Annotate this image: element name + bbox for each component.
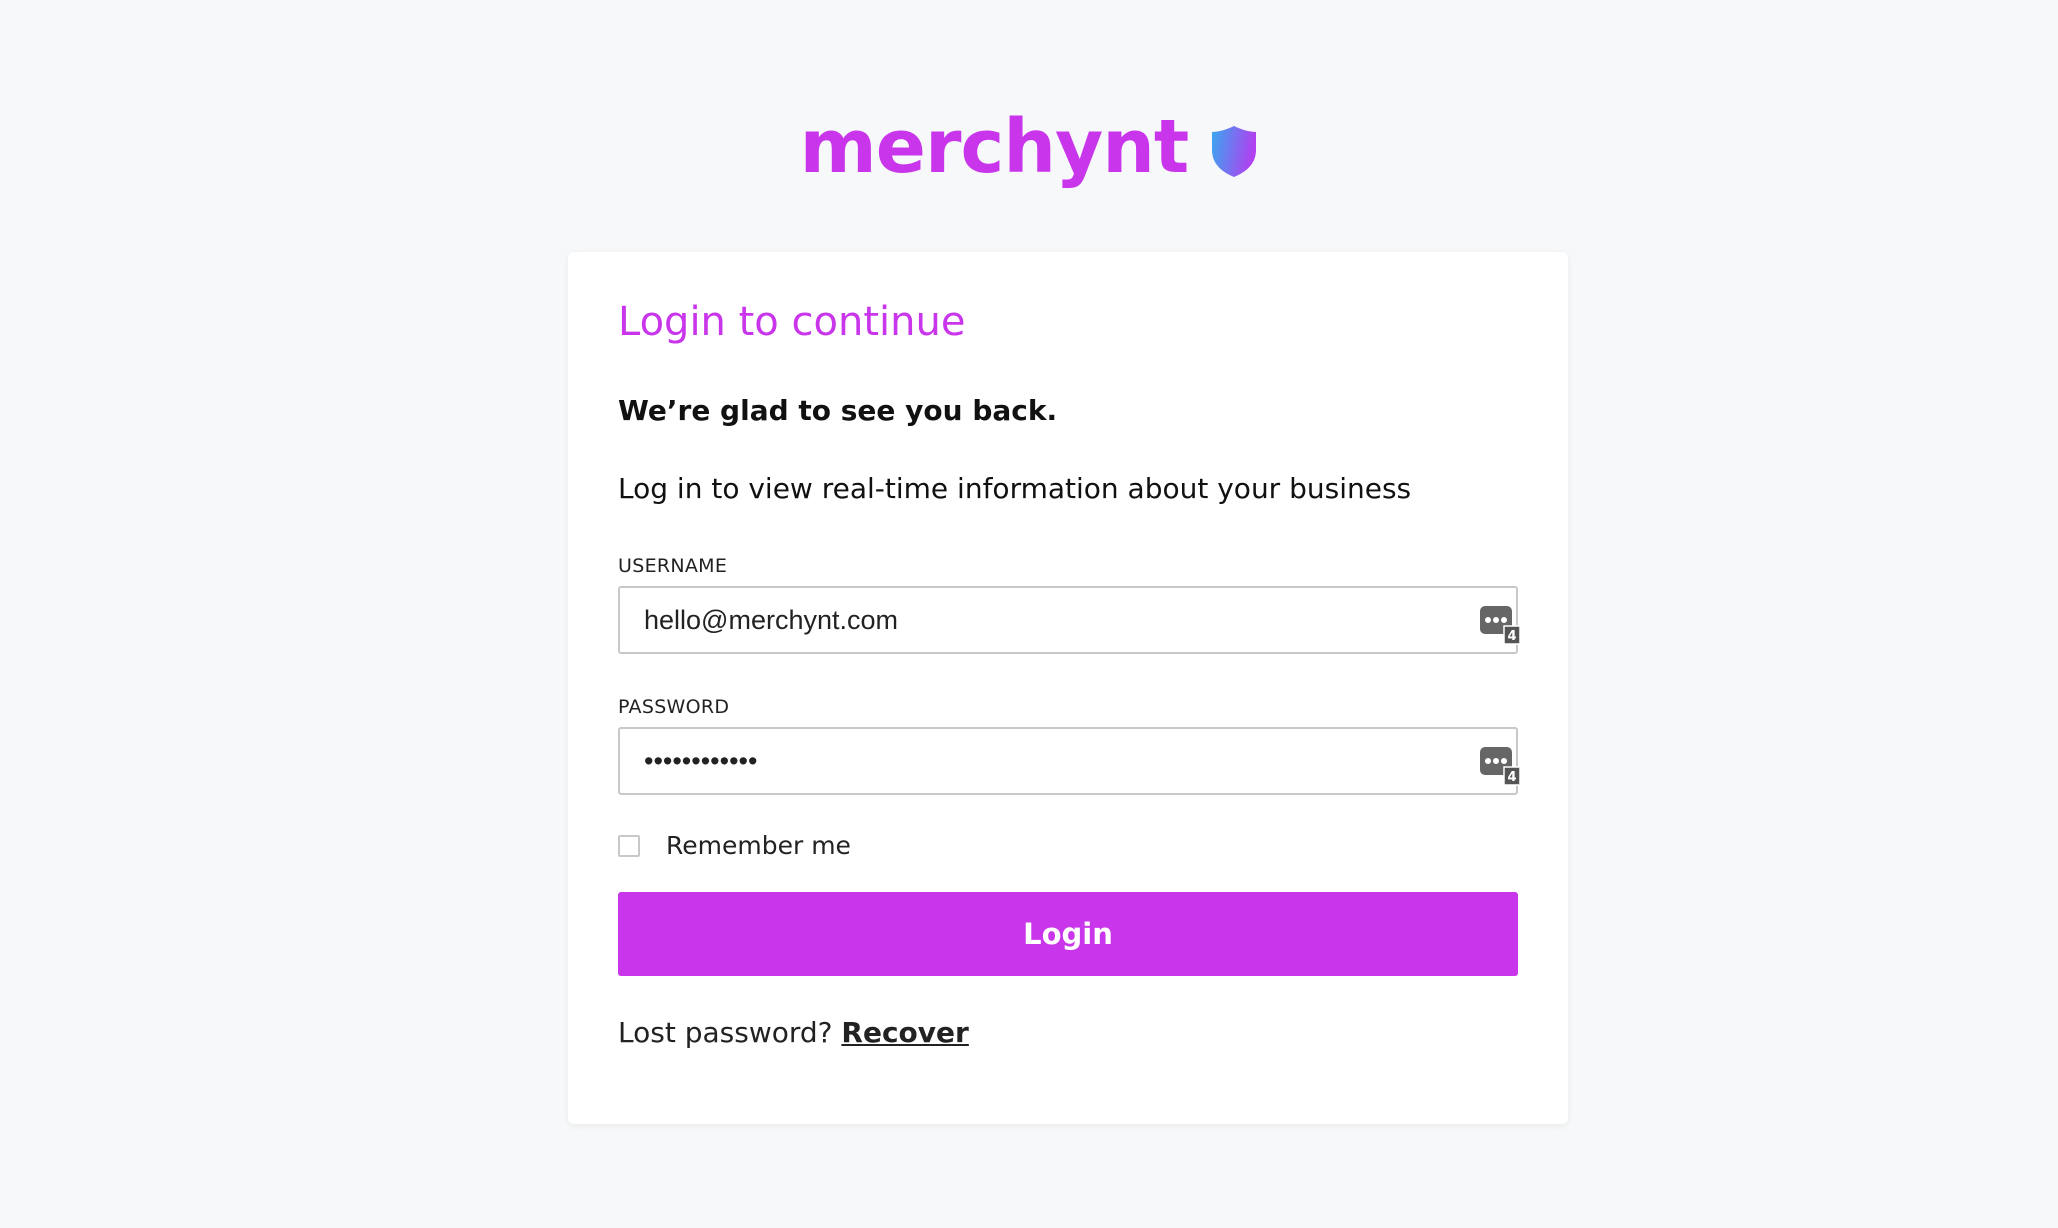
remember-me-label[interactable]: Remember me (666, 831, 851, 860)
remember-me-row: Remember me (618, 831, 1518, 860)
welcome-text: We’re glad to see you back. (618, 394, 1058, 427)
brand-logo: merchynt (0, 110, 2058, 184)
login-card: Login to continue We’re glad to see you … (568, 252, 1568, 1124)
remember-me-checkbox[interactable] (618, 834, 640, 857)
username-label: USERNAME (618, 555, 728, 578)
username-input[interactable] (618, 586, 1518, 655)
lost-password-text: Lost password? (618, 1016, 842, 1050)
lost-password-row: Lost password? Recover (618, 1016, 1518, 1049)
password-manager-badge: 4 (1507, 629, 1516, 644)
password-field-wrap: 4 (618, 727, 1521, 796)
brand-name: merchynt (799, 104, 1190, 190)
password-input[interactable] (618, 727, 1518, 796)
recover-link[interactable]: Recover (841, 1016, 968, 1049)
password-manager-icon[interactable]: 4 (1478, 602, 1522, 646)
page-title: Login to continue (618, 299, 966, 345)
username-field-wrap: 4 (618, 586, 1521, 655)
password-manager-icon[interactable]: 4 (1478, 743, 1522, 787)
shield-icon (1212, 126, 1257, 177)
subtitle-text: Log in to view real-time information abo… (618, 471, 1412, 505)
password-label: PASSWORD (618, 696, 730, 719)
login-button[interactable]: Login (618, 892, 1518, 977)
password-manager-badge: 4 (1507, 770, 1516, 785)
